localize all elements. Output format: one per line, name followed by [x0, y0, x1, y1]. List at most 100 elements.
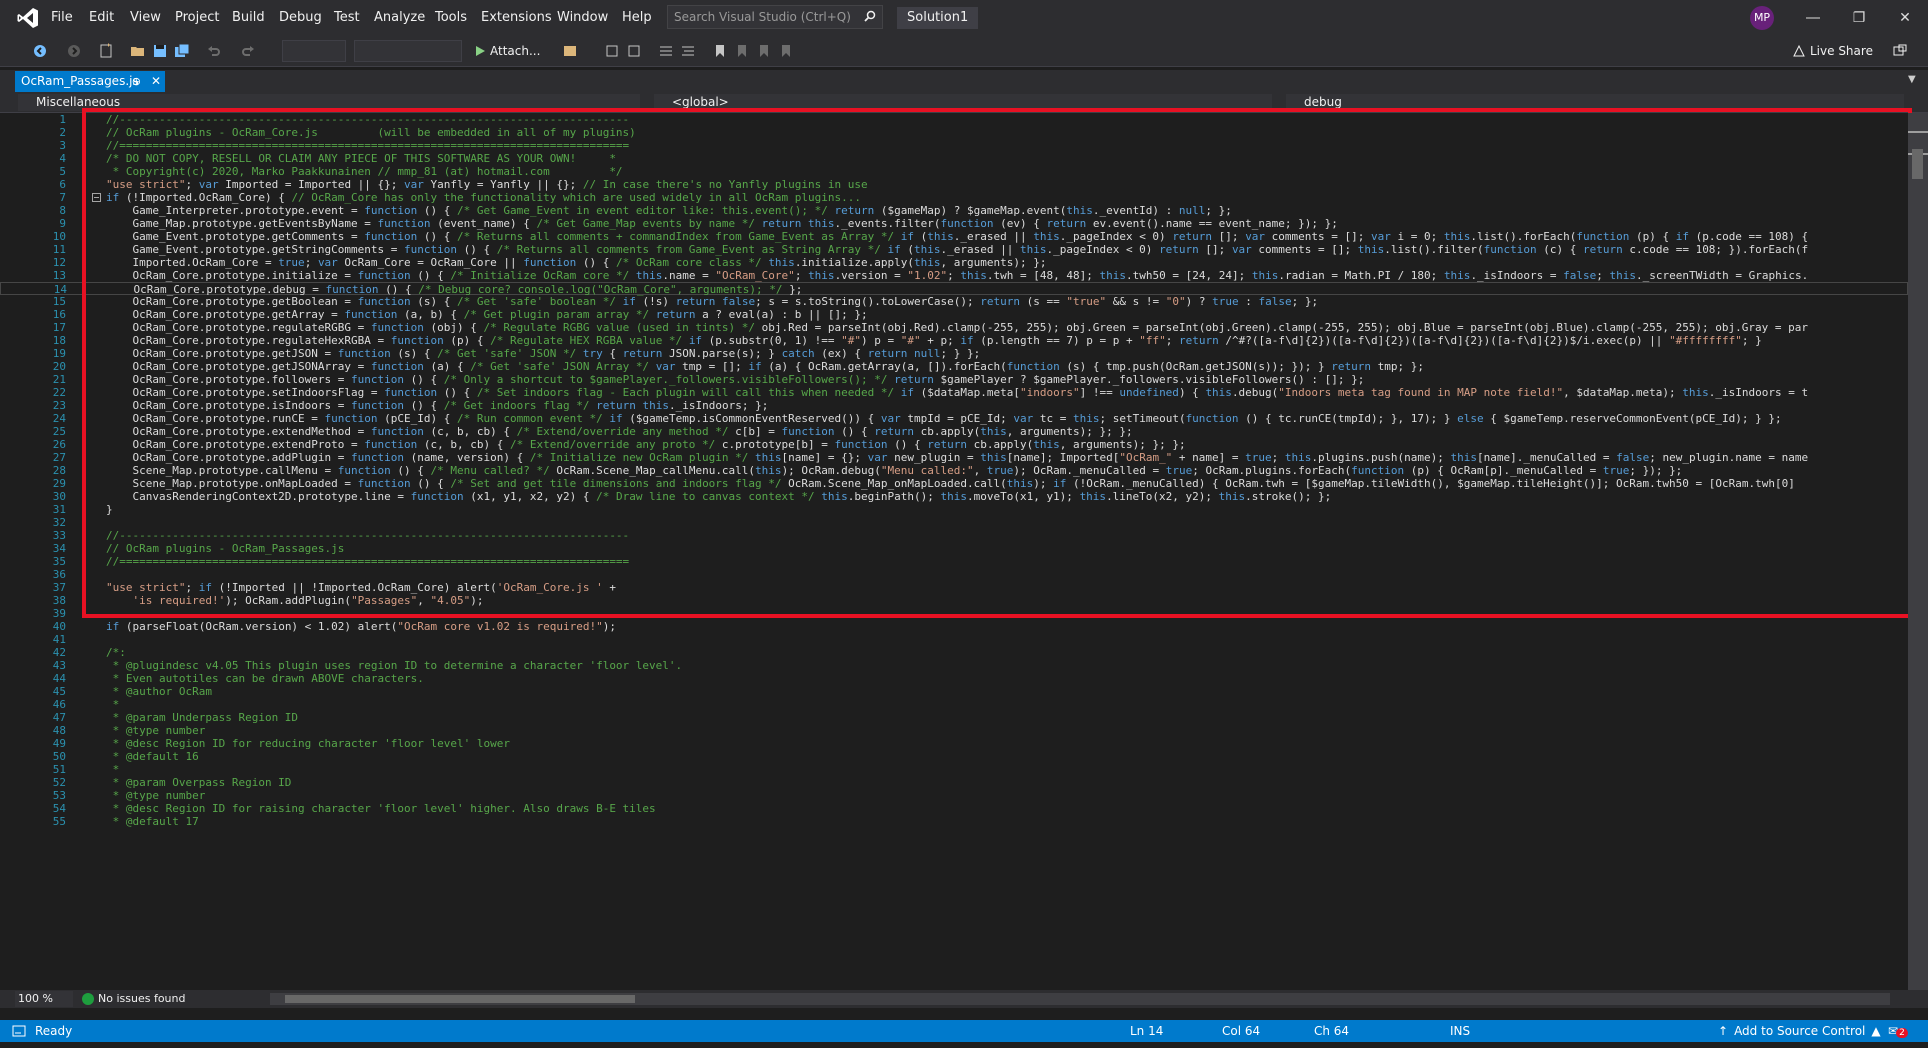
- menu-project[interactable]: Project: [175, 0, 219, 36]
- tab-overflow-icon[interactable]: ▼: [1908, 74, 1916, 85]
- line-number: 16: [52, 308, 66, 321]
- source-control-label: Add to Source Control: [1734, 1024, 1866, 1038]
- menu-edit[interactable]: Edit: [89, 0, 114, 36]
- search-icon: [864, 10, 876, 22]
- line-number: 47: [52, 711, 66, 724]
- notifications-button[interactable]: ✉2: [1888, 1020, 1908, 1042]
- line-number: 27: [52, 451, 66, 464]
- vertical-scrollbar[interactable]: [1908, 113, 1928, 990]
- line-number: 44: [52, 672, 66, 685]
- code-line[interactable]: 47 * @param Underpass Region ID: [0, 711, 1908, 724]
- close-window-button[interactable]: ✕: [1882, 0, 1928, 36]
- status-char[interactable]: Ch 64: [1314, 1020, 1349, 1042]
- step-into-icon[interactable]: [604, 43, 620, 59]
- bookmark-icon[interactable]: [712, 43, 728, 59]
- line-number: 12: [52, 256, 66, 269]
- code-line[interactable]: 46 *: [0, 698, 1908, 711]
- step-over-icon[interactable]: [626, 43, 642, 59]
- line-number: 29: [52, 477, 66, 490]
- code-line[interactable]: 45 * @author OcRam: [0, 685, 1908, 698]
- restore-button[interactable]: ❐: [1836, 0, 1882, 36]
- menu-view[interactable]: View: [130, 0, 161, 36]
- pin-icon[interactable]: ⊕: [132, 71, 141, 92]
- line-number: 37: [52, 581, 66, 594]
- line-number: 34: [52, 542, 66, 555]
- new-project-icon[interactable]: [98, 43, 114, 59]
- save-icon[interactable]: [152, 43, 168, 59]
- line-number: 10: [52, 230, 66, 243]
- output-window-icon[interactable]: [12, 1025, 26, 1037]
- menu-build[interactable]: Build: [232, 0, 265, 36]
- check-icon: [82, 993, 94, 1005]
- code-line[interactable]: 43 * @plugindesc v4.05 This plugin uses …: [0, 659, 1908, 672]
- code-line[interactable]: 49 * @desc Region ID for reducing charac…: [0, 737, 1908, 750]
- code-line[interactable]: 40 if (parseFloat(OcRam.version) < 1.02) …: [0, 620, 1908, 633]
- save-all-icon[interactable]: [174, 43, 190, 59]
- line-number: 52: [52, 776, 66, 789]
- code-line[interactable]: 48 * @type number: [0, 724, 1908, 737]
- line-number: 42: [52, 646, 66, 659]
- status-line[interactable]: Ln 14: [1130, 1020, 1163, 1042]
- scrollbar-marker: [1908, 131, 1928, 133]
- navigate-forward-icon[interactable]: [66, 43, 82, 59]
- close-tab-icon[interactable]: ✕: [151, 71, 161, 92]
- editor-footer: 100 % No issues found: [0, 990, 1928, 1008]
- horizontal-scrollbar[interactable]: [270, 993, 1890, 1005]
- code-line[interactable]: 55 * @default 17: [0, 815, 1908, 828]
- notification-count: 2: [1896, 1028, 1908, 1038]
- attach-button[interactable]: Attach...: [474, 40, 540, 62]
- code-text: if (parseFloat(OcRam.version) < 1.02) al…: [106, 620, 616, 633]
- comment-out-icon[interactable]: [658, 43, 674, 59]
- horizontal-scrollbar-thumb[interactable]: [285, 995, 635, 1003]
- title-menu-bar: File Edit View Project Build Debug Test …: [0, 0, 1928, 36]
- feedback-icon[interactable]: [1892, 43, 1908, 59]
- menu-debug[interactable]: Debug: [279, 0, 322, 36]
- code-line[interactable]: 41: [0, 633, 1908, 646]
- line-number: 53: [52, 789, 66, 802]
- navigate-back-icon[interactable]: [32, 43, 48, 59]
- prev-bookmark-icon[interactable]: [734, 43, 750, 59]
- menu-help[interactable]: Help: [622, 0, 652, 36]
- code-line[interactable]: 50 * @default 16: [0, 750, 1908, 763]
- status-column[interactable]: Col 64: [1222, 1020, 1260, 1042]
- tab-ocram-passages[interactable]: OcRam_Passages.js ⊕ ✕: [15, 71, 165, 92]
- code-line[interactable]: 53 * @type number: [0, 789, 1908, 802]
- configuration-select[interactable]: [282, 40, 346, 62]
- menu-analyze[interactable]: Analyze: [374, 0, 425, 36]
- menu-window[interactable]: Window: [557, 0, 608, 36]
- menu-file[interactable]: File: [51, 0, 73, 36]
- add-to-source-control-button[interactable]: ↑ Add to Source Control ▲: [1718, 1020, 1881, 1042]
- vertical-scrollbar-thumb[interactable]: [1912, 149, 1923, 179]
- avatar[interactable]: MP: [1750, 6, 1774, 30]
- member-label: debug: [1304, 95, 1342, 109]
- code-text: * @desc Region ID for reducing character…: [106, 737, 510, 750]
- menu-tools[interactable]: Tools: [435, 0, 467, 36]
- browser-link-icon[interactable]: [562, 43, 578, 59]
- line-number: 5: [59, 165, 66, 178]
- redo-icon[interactable]: [240, 43, 256, 59]
- code-line[interactable]: 52 * @param Overpass Region ID: [0, 776, 1908, 789]
- code-line[interactable]: 44 * Even autotiles can be drawn ABOVE c…: [0, 672, 1908, 685]
- issues-indicator[interactable]: No issues found: [82, 991, 185, 1007]
- live-share-label: Live Share: [1810, 44, 1873, 58]
- status-insert-mode[interactable]: INS: [1450, 1020, 1470, 1042]
- undo-icon[interactable]: [206, 43, 222, 59]
- code-line[interactable]: 54 * @desc Region ID for raising charact…: [0, 802, 1908, 815]
- line-number: 49: [52, 737, 66, 750]
- code-line[interactable]: 51 *: [0, 763, 1908, 776]
- code-text: *: [106, 698, 120, 711]
- zoom-dropdown[interactable]: 100 %: [15, 991, 73, 1007]
- minimize-button[interactable]: ―: [1790, 0, 1836, 36]
- uncomment-icon[interactable]: [680, 43, 696, 59]
- search-input[interactable]: Search Visual Studio (Ctrl+Q): [667, 5, 883, 29]
- live-share-button[interactable]: Live Share: [1792, 40, 1873, 62]
- code-text: * @desc Region ID for raising character …: [106, 802, 656, 815]
- platform-select[interactable]: [354, 40, 462, 62]
- open-folder-icon[interactable]: [130, 43, 146, 59]
- code-line[interactable]: 42 /*:: [0, 646, 1908, 659]
- menu-extensions[interactable]: Extensions: [481, 0, 552, 36]
- clear-bookmarks-icon[interactable]: [778, 43, 794, 59]
- menu-test[interactable]: Test: [334, 0, 360, 36]
- next-bookmark-icon[interactable]: [756, 43, 772, 59]
- line-number: 35: [52, 555, 66, 568]
